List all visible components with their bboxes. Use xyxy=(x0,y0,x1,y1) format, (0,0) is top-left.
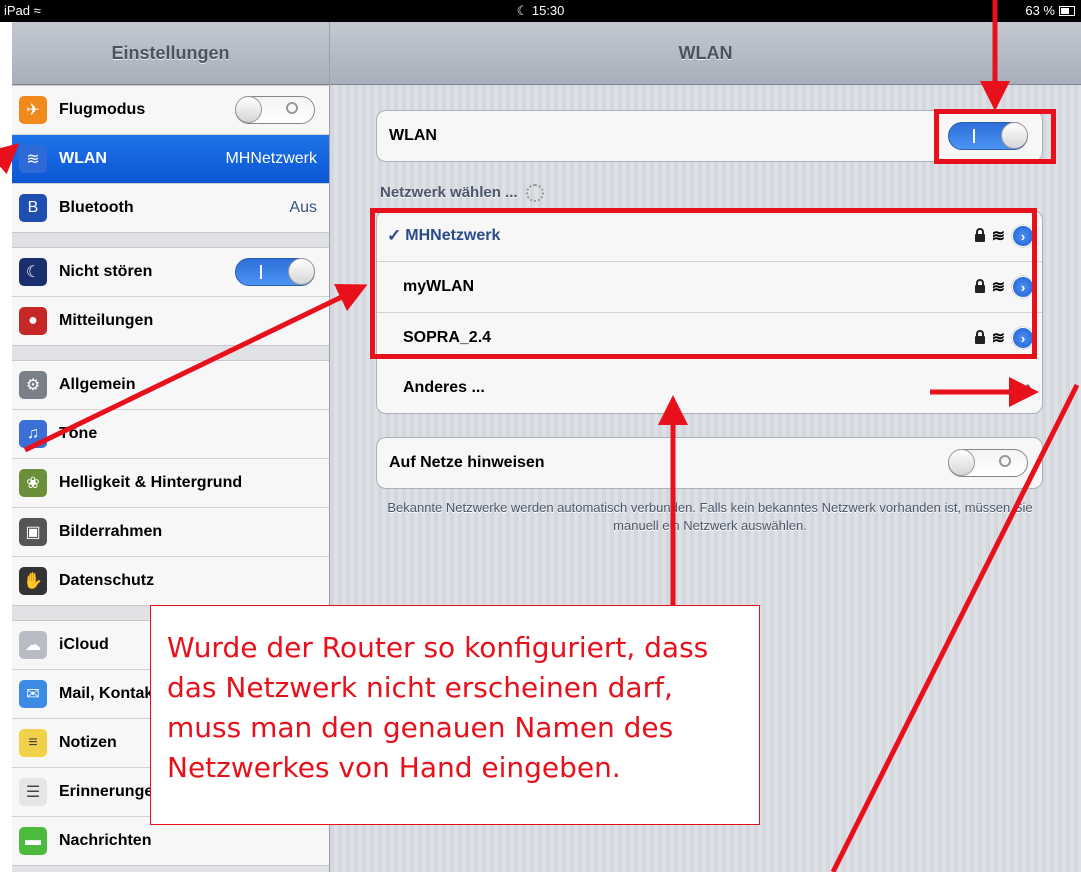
arrow-to-wlan-row xyxy=(0,143,20,175)
annotation-callout: Wurde der Router so konfiguriert, dass d… xyxy=(150,605,760,825)
arrow-to-network-list xyxy=(23,284,368,453)
connector-line xyxy=(830,383,1080,872)
